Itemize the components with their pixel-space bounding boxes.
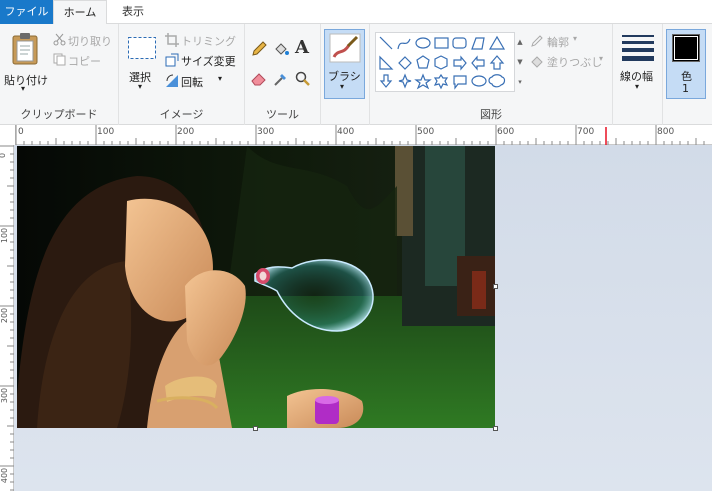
size-group: 線の幅 ▾ (613, 24, 663, 125)
shapes-gallery[interactable] (375, 32, 515, 92)
paste-label: 貼り付け (4, 74, 48, 87)
image-canvas[interactable] (17, 146, 495, 428)
tools-group: A ツール (245, 24, 321, 125)
scissors-icon (53, 33, 66, 46)
resize-handle-right[interactable] (493, 284, 498, 289)
brush-icon (329, 33, 361, 63)
ribbon-home: 貼り付け ▾ 切り取り コピー クリップボード 選択 ▾ トリミング サイズ変更… (0, 24, 712, 125)
v-tick-400: 400 (0, 467, 10, 484)
h-tick-400: 400 (337, 127, 355, 137)
color1-number: 1 (682, 82, 689, 95)
pencil-icon[interactable] (251, 41, 267, 57)
v-tick-0: 0 (0, 153, 7, 158)
v-tick-200: 200 (0, 307, 10, 324)
outline-icon (531, 35, 543, 47)
fill-bucket-icon[interactable] (273, 41, 289, 57)
line-width-icon (622, 35, 654, 61)
h-tick-500: 500 (417, 127, 435, 137)
h-tick-0: 0 (18, 127, 24, 137)
rotate-icon (166, 74, 178, 87)
h-tick-800: 800 (657, 127, 675, 137)
shapes-group: ▲ ▼ ▾ 輪郭 ▾ 塗りつぶし ▾ 図形 (370, 24, 613, 125)
h-tick-200: 200 (177, 127, 195, 137)
select-dropdown-icon[interactable]: ▾ (138, 82, 142, 91)
outline-dropdown-icon[interactable]: ▾ (573, 34, 577, 43)
copy-icon (53, 53, 66, 66)
tab-home[interactable]: ホーム (53, 0, 107, 25)
shapes-gallery-scroll[interactable]: ▲ ▼ ▾ (515, 32, 525, 92)
clipboard-icon (12, 33, 38, 65)
tab-file[interactable]: ファイル (0, 0, 53, 24)
outline-button[interactable]: 輪郭 (547, 34, 569, 50)
h-tick-600: 600 (497, 127, 515, 137)
shapes-gallery-icons (379, 35, 506, 90)
size-dropdown-icon: ▾ (635, 82, 640, 91)
resize-icon (165, 53, 179, 67)
fill-button[interactable]: 塗りつぶし (547, 54, 602, 70)
resize-button[interactable]: サイズ変更 (181, 53, 236, 69)
cut-button[interactable]: 切り取り (68, 33, 112, 49)
horizontal-ruler: 0 100 200 300 400 500 600 700 800 (0, 125, 712, 145)
color-picker-icon[interactable] (273, 71, 289, 87)
text-icon[interactable]: A (295, 37, 309, 58)
tools-group-label: ツール (266, 108, 299, 121)
ribbon-tab-bar: ファイル ホーム 表示 (0, 0, 712, 25)
magnifier-icon[interactable] (295, 71, 311, 87)
fill-dropdown-icon[interactable]: ▾ (599, 54, 603, 63)
v-tick-300: 300 (0, 387, 10, 404)
brushes-label: ブラシ (328, 70, 361, 83)
brushes-dropdown-icon: ▾ (340, 82, 345, 91)
h-tick-300: 300 (257, 127, 275, 137)
clipboard-group-label: クリップボード (20, 108, 98, 121)
image-group-label: イメージ (159, 108, 204, 121)
vertical-ruler: 0 100 200 300 400 (0, 145, 14, 491)
v-tick-100: 100 (0, 227, 10, 244)
crop-icon (165, 33, 179, 47)
brushes-group: ブラシ ▾ (321, 24, 370, 125)
fill-icon (531, 56, 543, 68)
paste-dropdown-icon[interactable]: ▾ (21, 84, 25, 93)
copy-button[interactable]: コピー (68, 53, 101, 69)
resize-handle-bottom[interactable] (253, 426, 258, 431)
clipboard-group: 貼り付け ▾ 切り取り コピー クリップボード (0, 24, 119, 125)
select-rectangle-icon (128, 37, 156, 59)
image-group: 選択 ▾ トリミング サイズ変更 回転 ▾ イメージ (119, 24, 245, 125)
size-button[interactable]: 線の幅 ▾ (616, 29, 660, 99)
brushes-button[interactable]: ブラシ ▾ (324, 29, 365, 99)
color1-swatch (672, 34, 700, 62)
h-tick-700: 700 (577, 127, 595, 137)
eraser-icon[interactable] (251, 72, 267, 86)
crop-button[interactable]: トリミング (181, 33, 236, 49)
colors-group: 色 1 (663, 24, 712, 125)
photo-girl-blowing-bubble (17, 146, 495, 428)
h-tick-100: 100 (97, 127, 115, 137)
paste-button[interactable]: 貼り付け ▾ (2, 28, 48, 98)
select-button[interactable]: 選択 ▾ (123, 32, 161, 98)
rotate-button[interactable]: 回転 (181, 74, 203, 90)
tab-view[interactable]: 表示 (107, 0, 159, 24)
color1-button[interactable]: 色 1 (666, 29, 706, 99)
paint-window: ファイル ホーム 表示 貼り付け ▾ 切り取り コピー クリップボード 選択 ▾… (0, 0, 712, 491)
resize-handle-corner[interactable] (493, 426, 498, 431)
rotate-dropdown-icon[interactable]: ▾ (218, 74, 222, 83)
shapes-group-label: 図形 (480, 108, 502, 121)
